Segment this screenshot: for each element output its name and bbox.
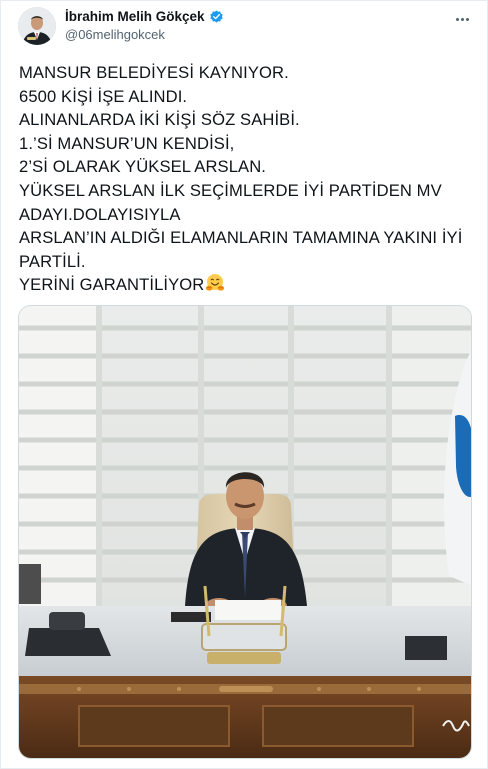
tweet-card[interactable]: İbrahim Melih Gökçek @06melihgokcek MANS… — [0, 0, 488, 769]
tweet-photo[interactable] — [18, 305, 472, 759]
hugging-face-emoji-icon — [205, 273, 225, 293]
author-avatar[interactable] — [18, 7, 56, 45]
author-handle[interactable]: @06melihgokcek — [65, 27, 165, 42]
verified-badge-icon — [209, 9, 224, 24]
more-options-icon[interactable] — [451, 11, 473, 27]
author-display-name[interactable]: İbrahim Melih Gökçek — [65, 9, 205, 24]
tweet-text-content: MANSUR BELEDİYESİ KAYNIYOR. 6500 KİŞİ İŞ… — [19, 63, 463, 295]
tweet-text: MANSUR BELEDİYESİ KAYNIYOR. 6500 KİŞİ İŞ… — [19, 61, 479, 297]
